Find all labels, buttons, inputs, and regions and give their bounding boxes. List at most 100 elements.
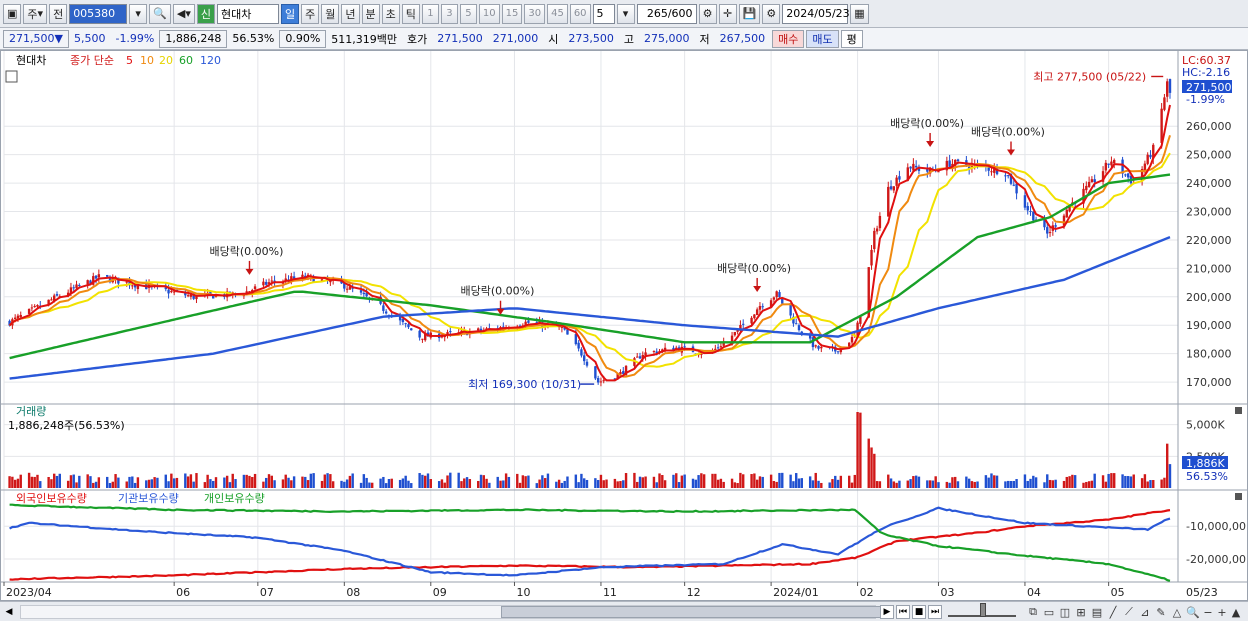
stock-chart[interactable]: 배당락(0.00%) 배당락(0.00%) 배당락(0.00%) 배당락(0.00%)… <box>0 50 1248 601</box>
interval-10[interactable]: 10 <box>478 3 500 24</box>
date-input[interactable]: 2024/05/23 <box>782 3 850 24</box>
volume-bar <box>186 476 190 488</box>
period-tick[interactable]: 틱 <box>401 3 420 24</box>
save-icon[interactable]: 💾 <box>738 3 761 24</box>
dividend-annotation: 배당락(0.00%) <box>971 126 1045 139</box>
volume-bar <box>993 475 996 488</box>
legend-ma60: 60 <box>179 54 193 67</box>
stock-code-input[interactable]: 005380 <box>69 3 128 24</box>
volume-bar <box>108 483 112 488</box>
window-icon[interactable]: ▭ <box>1042 604 1056 620</box>
buy-button[interactable]: 매수 <box>772 29 805 48</box>
interval-15[interactable]: 15 <box>501 3 523 24</box>
split-icon[interactable]: ◫ <box>1058 604 1072 620</box>
interval-input[interactable]: 5 <box>592 3 615 24</box>
volume-bar <box>331 481 335 488</box>
period-minute[interactable]: 분 <box>361 3 380 24</box>
volume-bar <box>371 482 374 488</box>
zoom-in-icon[interactable]: + <box>1215 604 1229 620</box>
stock-name-field[interactable]: 현대차 <box>217 3 279 24</box>
eval-button[interactable]: 평 <box>840 29 863 48</box>
line-icon[interactable]: ╱ <box>1106 604 1120 620</box>
code-dropdown-icon[interactable]: ▾ <box>129 3 148 24</box>
price-value: 271,500 <box>9 32 55 45</box>
scroll-track[interactable] <box>20 604 889 619</box>
volume-bar <box>616 481 619 488</box>
interval-30[interactable]: 30 <box>524 3 546 24</box>
prev-button[interactable]: 전 <box>49 3 68 24</box>
stop-icon[interactable]: ■ <box>912 605 926 619</box>
period-year[interactable]: 년 <box>341 3 360 24</box>
sell-button[interactable]: 매도 <box>806 29 839 48</box>
price-tick-label: 260,000 <box>1186 120 1232 133</box>
candle-body <box>75 284 78 289</box>
candle-body <box>772 297 776 300</box>
table-icon[interactable]: ▤ <box>1090 604 1104 620</box>
period-day[interactable]: 일 <box>281 3 300 24</box>
volume-bar <box>449 472 452 488</box>
interval-1[interactable]: 1 <box>421 3 439 24</box>
jump-first-icon[interactable]: ⏮ <box>896 605 910 619</box>
interval-3[interactable]: 3 <box>440 3 458 24</box>
volume-bar <box>1015 479 1018 488</box>
jump-last-icon[interactable]: ⏭ <box>928 605 942 619</box>
volume-bar <box>175 477 179 488</box>
volume-bar <box>596 480 600 488</box>
interval-dropdown-icon[interactable]: ▾ <box>616 3 635 24</box>
volume-bar <box>680 475 684 488</box>
zoom-slider-handle[interactable] <box>980 603 986 617</box>
volume-bar <box>1043 482 1046 488</box>
scroll-right-icon[interactable]: ▶ <box>880 605 894 619</box>
volume-bar <box>223 477 226 488</box>
calendar-icon[interactable]: ▦ <box>850 3 869 24</box>
volume-bar <box>78 475 81 488</box>
draw-icon[interactable]: △ <box>1170 604 1184 620</box>
period-week[interactable]: 주 <box>301 3 320 24</box>
ruler-icon[interactable]: ⊿ <box>1138 604 1152 620</box>
legend-individual: 개인보유수량 <box>204 492 265 505</box>
count-total: /600 <box>667 7 693 20</box>
search-icon[interactable]: 🔍 <box>149 3 171 24</box>
candle-body <box>1065 209 1068 218</box>
layout-icon-2[interactable]: ⧉ <box>1026 604 1040 620</box>
period-month[interactable]: 월 <box>321 3 340 24</box>
x-tick-label: 08 <box>346 586 360 599</box>
volume-bar <box>262 481 265 488</box>
scroll-thumb[interactable] <box>501 605 889 618</box>
candle-body <box>990 171 993 173</box>
trend-icon[interactable]: ⟋ <box>1122 604 1136 620</box>
volume-bar <box>917 476 921 488</box>
layout-icon[interactable]: ▣ <box>3 3 22 24</box>
volume-bar <box>172 478 176 488</box>
grid-icon[interactable]: ⊞ <box>1074 604 1088 620</box>
volume-bar <box>1146 481 1149 488</box>
x-tick-label: 09 <box>433 586 447 599</box>
period-second[interactable]: 초 <box>381 3 400 24</box>
horizontal-scrollbar[interactable]: ◀ ▶ ⏮ ■ ⏭ ⧉ ▭ ◫ ⊞ ▤ ╱ ⟋ ⊿ ✎ △ 🔍 − + ▲ <box>0 601 1248 621</box>
edit-icon[interactable]: ✎ <box>1154 604 1168 620</box>
zoom-out-icon[interactable]: − <box>1201 604 1215 620</box>
count-field[interactable]: 265/600 <box>636 3 697 24</box>
candle-body <box>1032 211 1035 221</box>
chart-settings-icon[interactable]: ⚙ <box>698 3 717 24</box>
candle-body <box>16 315 20 319</box>
crosshair-icon[interactable]: ✛ <box>718 3 737 24</box>
candle-body <box>585 361 589 366</box>
scroll-left-icon[interactable]: ◀ <box>2 604 16 620</box>
interval-5[interactable]: 5 <box>459 3 477 24</box>
volume-bar <box>189 474 193 488</box>
gear-icon[interactable]: ⚙ <box>762 3 781 24</box>
period-type-select[interactable]: 주 ▾ <box>23 3 48 24</box>
interval-45[interactable]: 45 <box>547 3 568 24</box>
arrow-up-icon[interactable]: ▲ <box>1229 604 1243 620</box>
candle-body <box>909 166 912 169</box>
volume-bar <box>284 474 287 488</box>
volume-bar <box>898 480 901 488</box>
legend-ma10: 10 <box>140 54 154 67</box>
current-volume-label: 1,886K <box>1186 457 1225 470</box>
volume-bar <box>948 482 951 488</box>
speaker-icon[interactable]: ◀▾ <box>172 3 195 24</box>
interval-60[interactable]: 60 <box>569 3 591 24</box>
magnify-icon[interactable]: 🔍 <box>1186 604 1200 620</box>
volume-bar <box>1032 475 1035 488</box>
